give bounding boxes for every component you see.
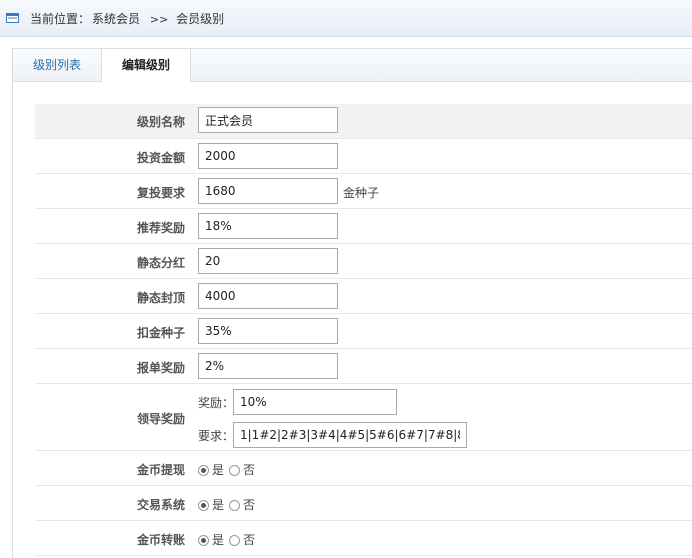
coin-withdraw-yes-label[interactable]: 是 xyxy=(212,463,224,477)
coin-withdraw-no-radio[interactable] xyxy=(229,465,241,476)
form-row-reinvest: 复投要求 金种子 xyxy=(35,174,692,209)
coin-withdraw-radio-group: 是否 xyxy=(198,461,260,478)
breadcrumb-item-members[interactable]: 系统会员 xyxy=(92,12,140,26)
static-dividend-input[interactable] xyxy=(198,248,338,274)
form-row-level-name: 级别名称 xyxy=(35,104,692,139)
form-row-deduct-seed: 扣金种子 xyxy=(35,314,692,349)
form-row-coin-transfer: 金币转账 是否 xyxy=(35,521,692,556)
reinvest-suffix: 金种子 xyxy=(343,186,380,200)
leader-bonus-label: 领导奖励 xyxy=(136,412,185,426)
coin-transfer-yes-radio[interactable] xyxy=(198,535,209,546)
breadcrumb-separator: >> xyxy=(149,13,169,26)
tab-bar: 级别列表 编辑级别 xyxy=(13,49,692,82)
trade-system-label: 交易系统 xyxy=(136,498,185,512)
deduct-seed-input[interactable] xyxy=(198,318,338,344)
deduct-seed-label: 扣金种子 xyxy=(136,326,185,340)
trade-system-no-label[interactable]: 否 xyxy=(243,498,255,512)
static-dividend-label: 静态分红 xyxy=(136,256,185,270)
content-panel: 级别列表 编辑级别 级别名称 投资金额 复投要求 金种子 推荐奖励 静态分红 静… xyxy=(12,48,692,558)
leader-require-label: 要求： xyxy=(198,429,235,443)
tab-level-list[interactable]: 级别列表 xyxy=(13,49,102,81)
form-row-trade-system: 交易系统 是否 xyxy=(35,486,692,521)
coin-transfer-radio-group: 是否 xyxy=(198,531,260,548)
order-bonus-label: 报单奖励 xyxy=(136,361,185,375)
form-row-leader-bonus: 领导奖励 奖励： 要求： xyxy=(35,384,692,451)
trade-system-yes-label[interactable]: 是 xyxy=(212,498,224,512)
trade-system-yes-radio[interactable] xyxy=(198,500,209,511)
breadcrumb-item-levels[interactable]: 会员级别 xyxy=(176,12,224,26)
coin-transfer-label: 金币转账 xyxy=(136,533,185,547)
referral-bonus-label: 推荐奖励 xyxy=(136,221,185,235)
trade-system-no-radio[interactable] xyxy=(229,500,241,511)
static-cap-input[interactable] xyxy=(198,283,338,309)
coin-withdraw-label: 金币提现 xyxy=(136,463,185,477)
breadcrumb: 当前位置： 系统会员 >> 会员级别 xyxy=(30,10,226,27)
form-row-order-bonus: 报单奖励 xyxy=(35,349,692,384)
folder-icon xyxy=(6,13,19,23)
breadcrumb-bar: 当前位置： 系统会员 >> 会员级别 xyxy=(0,0,692,37)
referral-bonus-input[interactable] xyxy=(198,213,338,239)
form-row-coin-withdraw: 金币提现 是否 xyxy=(35,451,692,486)
coin-withdraw-no-label[interactable]: 否 xyxy=(243,463,255,477)
level-name-input[interactable] xyxy=(198,107,338,133)
breadcrumb-prefix: 当前位置： xyxy=(30,12,91,26)
leader-reward-label: 奖励： xyxy=(198,396,235,410)
trade-system-radio-group: 是否 xyxy=(198,496,260,513)
form-row-static-dividend: 静态分红 xyxy=(35,244,692,279)
reinvest-input[interactable] xyxy=(198,178,338,204)
coin-withdraw-yes-radio[interactable] xyxy=(198,465,209,476)
coin-transfer-no-label[interactable]: 否 xyxy=(243,533,255,547)
investment-label: 投资金额 xyxy=(136,151,185,165)
coin-transfer-no-radio[interactable] xyxy=(229,535,241,546)
coin-transfer-yes-label[interactable]: 是 xyxy=(212,533,224,547)
static-cap-label: 静态封顶 xyxy=(136,291,185,305)
form-row-investment: 投资金额 xyxy=(35,139,692,174)
form-row-static-cap: 静态封顶 xyxy=(35,279,692,314)
order-bonus-input[interactable] xyxy=(198,353,338,379)
reinvest-label: 复投要求 xyxy=(136,186,185,200)
leader-reward-input[interactable] xyxy=(233,389,397,415)
tab-edit-level[interactable]: 编辑级别 xyxy=(102,49,191,82)
form-row-referral-bonus: 推荐奖励 xyxy=(35,209,692,244)
investment-input[interactable] xyxy=(198,143,338,169)
level-name-label: 级别名称 xyxy=(136,115,185,129)
leader-require-input[interactable] xyxy=(233,422,467,448)
